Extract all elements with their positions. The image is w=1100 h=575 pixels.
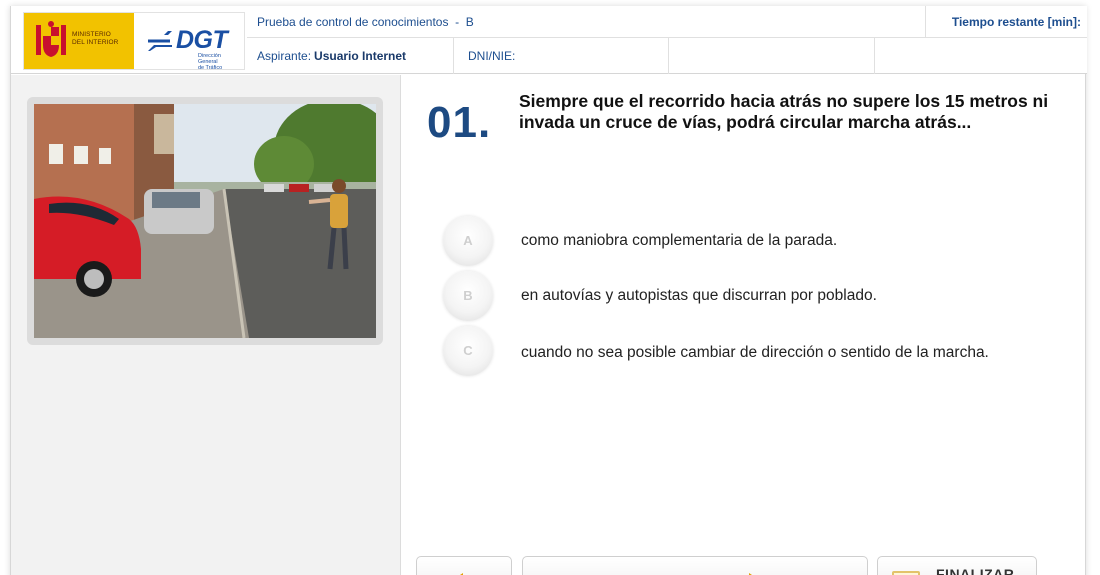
header-empty-cell (875, 38, 1087, 74)
header-row-title: Prueba de control de conocimientos - B T… (247, 6, 1087, 38)
dgt-logo-text: DGT (176, 26, 228, 54)
question-text: Siempre que el recorrido hacia atrás no … (519, 91, 1049, 132)
candidate-cell: Aspirante: Usuario Internet (247, 38, 454, 74)
candidate-label: Aspirante: (257, 49, 312, 63)
next-button[interactable] (522, 556, 868, 575)
dni-label: DNI/NIE: (468, 49, 516, 63)
answer-option-b[interactable]: B en autovías y autopistas que discurran… (443, 271, 1063, 321)
answer-text[interactable]: cuando no sea posible cambiar de direcci… (521, 343, 991, 362)
dni-cell: DNI/NIE: (454, 38, 669, 74)
header: MINISTERIO DEL INTERIOR DGT Dirección Ge… (11, 6, 1087, 74)
header-row-candidate: Aspirante: Usuario Internet DNI/NIE: (247, 38, 1087, 74)
dgt-logo: DGT Dirección General de Tráfico (146, 23, 238, 71)
coat-of-arms-icon (36, 21, 66, 57)
dgt-mark-icon (148, 31, 172, 51)
header-empty-cell (669, 38, 875, 74)
timer-label: Tiempo restante [min]: (951, 15, 1081, 29)
image-panel (11, 75, 401, 575)
finish-button[interactable]: FINALIZAR (877, 556, 1037, 575)
question-number: 01. (427, 98, 492, 147)
answer-option-c[interactable]: C cuando no sea posible cambiar de direc… (443, 326, 1063, 376)
finish-icon (892, 571, 920, 575)
answer-letter: C (463, 343, 473, 358)
question-image-frame (27, 97, 383, 345)
finish-label: FINALIZAR (936, 566, 1015, 575)
candidate-value: Usuario Internet (314, 49, 407, 63)
timer-cell: Tiempo restante [min]: (925, 6, 1087, 38)
street-scene-illustration (34, 104, 376, 338)
test-title: Prueba de control de conocimientos - B (257, 15, 474, 29)
answer-text[interactable]: en autovías y autopistas que discurran p… (521, 286, 991, 305)
answer-letter: B (463, 288, 473, 303)
dgt-subtitle: Dirección General de Tráfico (198, 53, 223, 71)
ministry-text: MINISTERIO DEL INTERIOR (72, 31, 119, 46)
answer-text[interactable]: como maniobra complementaria de la parad… (521, 231, 991, 250)
question-image (34, 104, 376, 338)
answer-letter: A (463, 233, 473, 248)
previous-button[interactable] (416, 556, 512, 575)
header-info: Prueba de control de conocimientos - B T… (247, 6, 1087, 74)
exam-window: MINISTERIO DEL INTERIOR DGT Dirección Ge… (10, 6, 1087, 575)
answer-option-a[interactable]: A como maniobra complementaria de la par… (443, 216, 1063, 266)
ministry-logo: MINISTERIO DEL INTERIOR (24, 13, 134, 69)
logo-box: MINISTERIO DEL INTERIOR DGT Dirección Ge… (23, 12, 245, 71)
test-version: B (465, 15, 474, 29)
